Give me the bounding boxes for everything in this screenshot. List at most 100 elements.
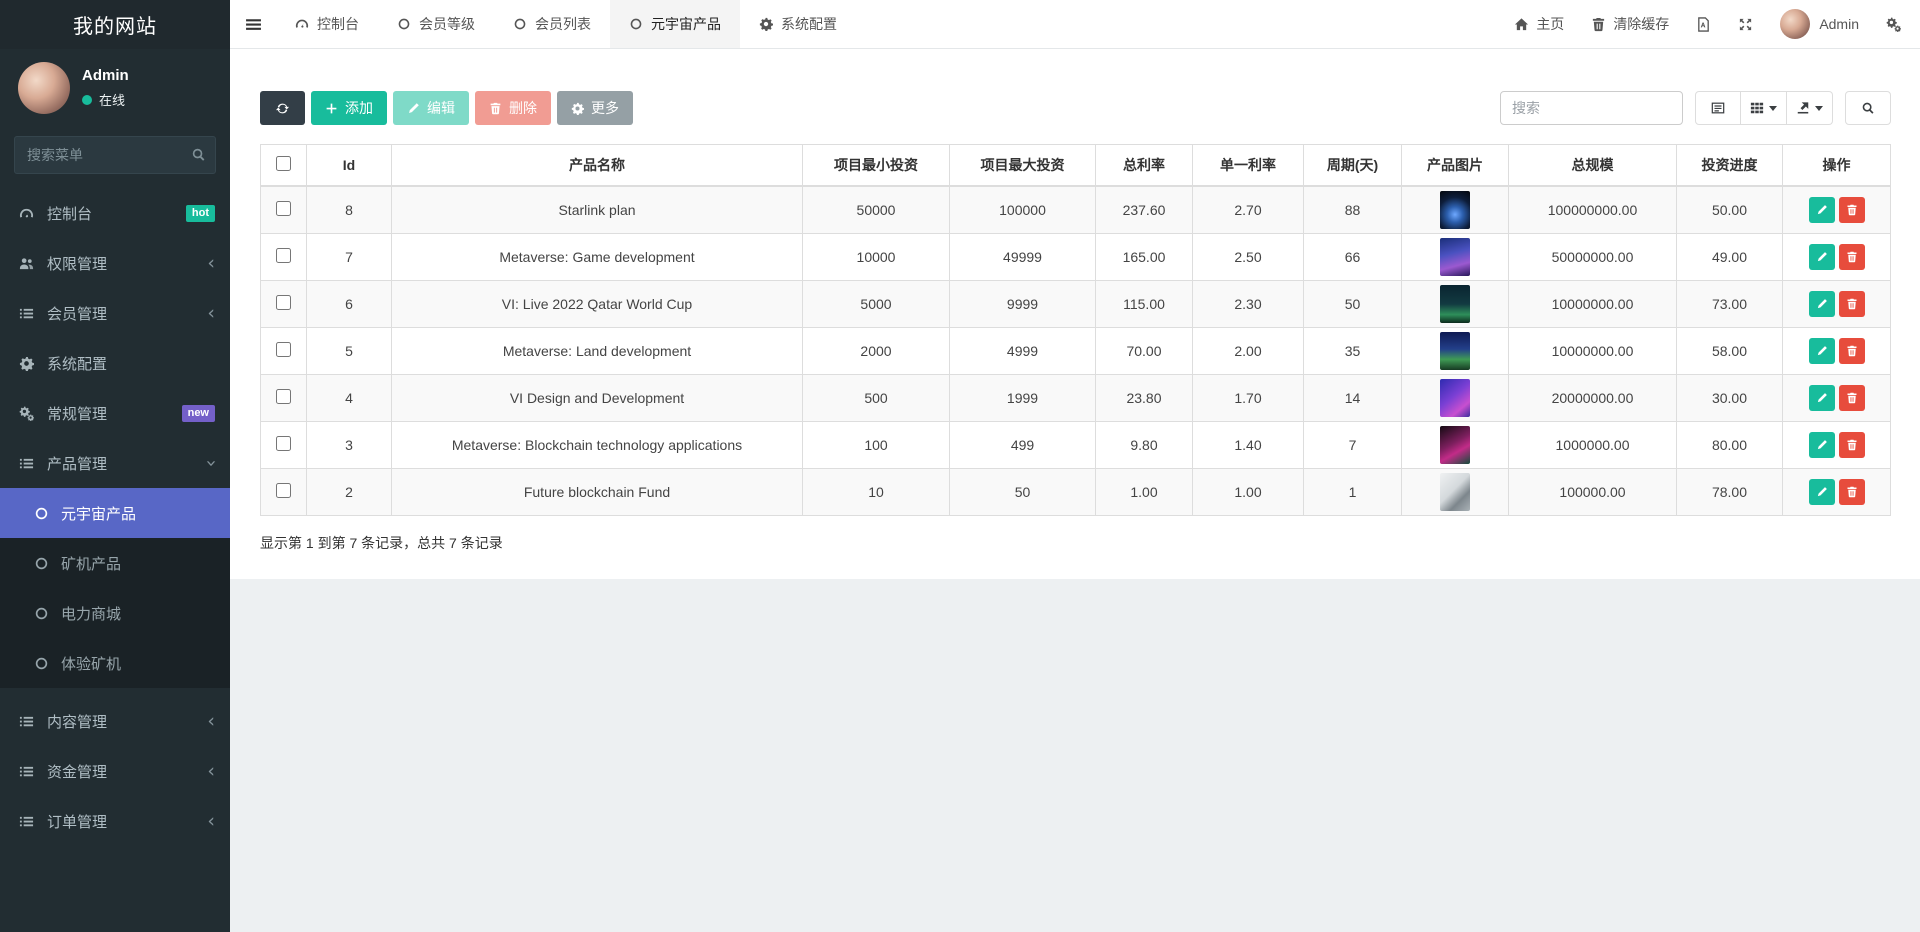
clear-cache-link[interactable]: 清除缓存 xyxy=(1591,14,1669,34)
sidebar-menu: 控制台hot权限管理‹会员管理‹系统配置常规管理new产品管理‹元宇宙产品矿机产… xyxy=(0,188,230,932)
settings-gears-icon[interactable] xyxy=(1886,17,1901,32)
submenu-item-miner-product[interactable]: 矿机产品 xyxy=(0,538,230,588)
row-edit-button[interactable] xyxy=(1809,197,1835,223)
cell-actions xyxy=(1783,233,1891,280)
row-checkbox[interactable] xyxy=(276,389,291,404)
cell-cycle: 66 xyxy=(1304,233,1402,280)
tab-metaverse-product[interactable]: 元宇宙产品 xyxy=(610,0,740,48)
cell-total-rate: 70.00 xyxy=(1096,327,1193,374)
refresh-button[interactable] xyxy=(260,91,305,125)
column-header: 单一利率 xyxy=(1193,145,1304,187)
row-edit-button[interactable] xyxy=(1809,338,1835,364)
sidebar-item-content[interactable]: 内容管理‹ xyxy=(0,696,230,746)
row-delete-button[interactable] xyxy=(1839,479,1865,505)
content-background xyxy=(230,579,1920,932)
product-image-design xyxy=(1440,379,1470,417)
sidebar-item-auth[interactable]: 权限管理‹ xyxy=(0,238,230,288)
row-delete-button[interactable] xyxy=(1839,432,1865,458)
pencil-icon xyxy=(407,102,420,115)
bars-icon xyxy=(245,16,262,33)
sidebar-item-label: 资金管理 xyxy=(47,761,107,782)
cell-max-invest: 49999 xyxy=(950,233,1096,280)
trash-icon xyxy=(1846,251,1858,263)
cell-cycle: 7 xyxy=(1304,421,1402,468)
tab-system-config[interactable]: 系统配置 xyxy=(740,0,856,48)
sidebar-item-product[interactable]: 产品管理‹ xyxy=(0,438,230,488)
sidebar-item-label: 权限管理 xyxy=(47,253,107,274)
cell-total-scale: 100000000.00 xyxy=(1509,186,1677,233)
sidebar-item-member[interactable]: 会员管理‹ xyxy=(0,288,230,338)
submenu-product: 元宇宙产品矿机产品电力商城体验矿机 xyxy=(0,488,230,688)
row-checkbox-cell xyxy=(261,421,307,468)
sidebar: 我的网站 Admin 在线 控制台hot权限管理‹会员管理‹系统配置常规管理ne… xyxy=(0,0,230,932)
row-edit-button[interactable] xyxy=(1809,244,1835,270)
columns-button[interactable] xyxy=(1741,91,1787,125)
search-button[interactable] xyxy=(1845,91,1891,125)
sidebar-item-system[interactable]: 系统配置 xyxy=(0,338,230,388)
toolbar-right xyxy=(1500,91,1891,125)
sidebar-item-fund[interactable]: 资金管理‹ xyxy=(0,746,230,796)
submenu-item-trial-miner[interactable]: 体验矿机 xyxy=(0,638,230,688)
row-delete-button[interactable] xyxy=(1839,291,1865,317)
submenu-item-label: 体验矿机 xyxy=(61,653,121,674)
tab-member-list[interactable]: 会员列表 xyxy=(494,0,610,48)
sidebar-toggle[interactable] xyxy=(230,0,276,48)
cell-cycle: 50 xyxy=(1304,280,1402,327)
trash-icon xyxy=(1846,298,1858,310)
export-button[interactable] xyxy=(1787,91,1833,125)
home-link[interactable]: 主页 xyxy=(1514,14,1564,34)
edit-label: 编辑 xyxy=(427,98,455,118)
add-button[interactable]: 添加 xyxy=(311,91,387,125)
row-edit-button[interactable] xyxy=(1809,479,1835,505)
language-icon[interactable] xyxy=(1696,17,1711,32)
submenu-item-power-mall[interactable]: 电力商城 xyxy=(0,588,230,638)
sidebar-item-console[interactable]: 控制台hot xyxy=(0,188,230,238)
tab-member-level[interactable]: 会员等级 xyxy=(378,0,494,48)
fullscreen-icon[interactable] xyxy=(1738,17,1753,32)
tab-label: 控制台 xyxy=(317,14,359,34)
cell-min-invest: 10 xyxy=(803,468,950,515)
row-checkbox[interactable] xyxy=(276,248,291,263)
sidebar-item-order[interactable]: 订单管理‹ xyxy=(0,796,230,846)
table-search-input[interactable] xyxy=(1500,91,1683,125)
row-checkbox[interactable] xyxy=(276,342,291,357)
row-checkbox[interactable] xyxy=(276,201,291,216)
gauge-icon xyxy=(295,17,309,31)
cell-progress: 73.00 xyxy=(1677,280,1783,327)
sidebar-item-label: 订单管理 xyxy=(47,811,107,832)
edit-button[interactable]: 编辑 xyxy=(393,91,469,125)
detail-view-button[interactable] xyxy=(1695,91,1741,125)
toolbar: 添加 编辑 删除 更多 xyxy=(260,91,1891,125)
table-row: 2Future blockchain Fund10501.001.0011000… xyxy=(261,468,1891,515)
user-name: Admin xyxy=(82,67,129,84)
row-checkbox[interactable] xyxy=(276,483,291,498)
sidebar-search-input[interactable] xyxy=(14,136,216,174)
cell-cycle: 14 xyxy=(1304,374,1402,421)
cell-product-image xyxy=(1402,421,1509,468)
row-edit-button[interactable] xyxy=(1809,385,1835,411)
cell-progress: 80.00 xyxy=(1677,421,1783,468)
tab-console[interactable]: 控制台 xyxy=(276,0,378,48)
row-checkbox[interactable] xyxy=(276,436,291,451)
cell-total-scale: 10000000.00 xyxy=(1509,280,1677,327)
select-all-checkbox[interactable] xyxy=(276,156,291,171)
cell-product-name: VI Design and Development xyxy=(392,374,803,421)
cell-product-image xyxy=(1402,327,1509,374)
row-edit-button[interactable] xyxy=(1809,291,1835,317)
delete-button[interactable]: 删除 xyxy=(475,91,551,125)
more-button[interactable]: 更多 xyxy=(557,91,633,125)
row-delete-button[interactable] xyxy=(1839,244,1865,270)
user-menu[interactable]: Admin xyxy=(1780,9,1859,39)
cell-min-invest: 100 xyxy=(803,421,950,468)
row-delete-button[interactable] xyxy=(1839,197,1865,223)
table-row: 3Metaverse: Blockchain technology applic… xyxy=(261,421,1891,468)
row-delete-button[interactable] xyxy=(1839,338,1865,364)
row-edit-button[interactable] xyxy=(1809,432,1835,458)
row-checkbox[interactable] xyxy=(276,295,291,310)
plus-icon xyxy=(325,102,338,115)
sidebar-item-general[interactable]: 常规管理new xyxy=(0,388,230,438)
cell-total-rate: 165.00 xyxy=(1096,233,1193,280)
gauge-icon xyxy=(17,206,36,221)
row-delete-button[interactable] xyxy=(1839,385,1865,411)
submenu-item-metaverse-product[interactable]: 元宇宙产品 xyxy=(0,488,230,538)
